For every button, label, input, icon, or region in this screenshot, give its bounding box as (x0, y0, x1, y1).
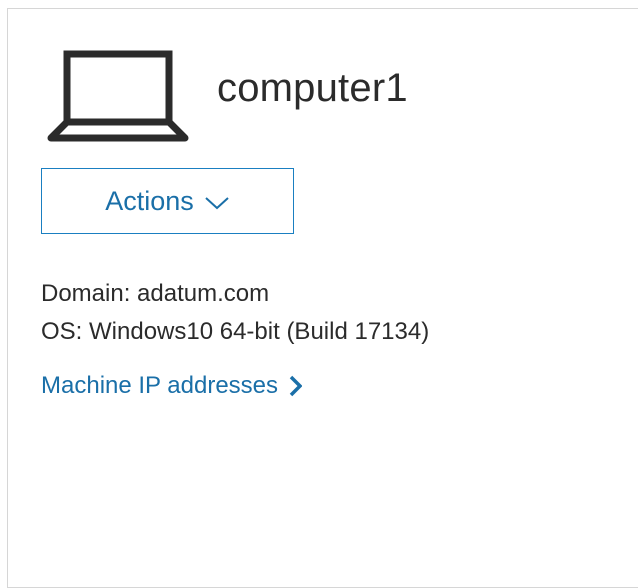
actions-button-label: Actions (105, 185, 194, 216)
machine-ip-addresses-link[interactable]: Machine IP addresses (41, 370, 303, 402)
actions-button[interactable]: Actions (41, 168, 294, 234)
device-name: computer1 (217, 66, 408, 110)
chevron-down-icon (205, 197, 229, 210)
laptop-icon (47, 50, 189, 142)
machine-ip-addresses-label: Machine IP addresses (41, 372, 279, 399)
chevron-right-icon (289, 375, 303, 397)
os-text: OS: Windows10 64-bit (Build 17134) (41, 318, 430, 345)
domain-text: Domain: adatum.com (41, 280, 270, 307)
